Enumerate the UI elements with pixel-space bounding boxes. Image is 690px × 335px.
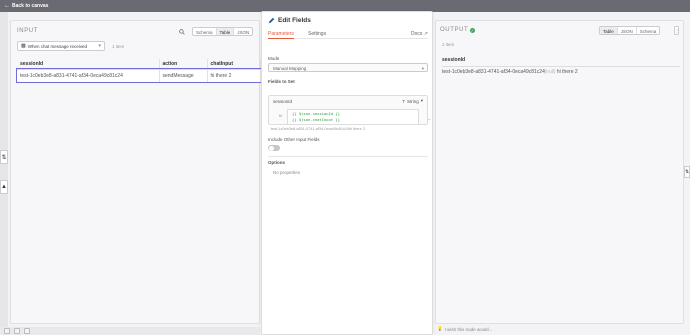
output-more-button[interactable]: ⋮: [674, 26, 679, 35]
zoom-fit-icon[interactable]: [4, 328, 10, 334]
output-view-schema[interactable]: Schema: [637, 27, 660, 34]
zoom-out-icon[interactable]: [24, 328, 30, 334]
include-other-fields-label: Include Other Input Fields: [268, 137, 320, 142]
input-title: INPUT: [17, 28, 38, 34]
no-properties-text: No properties: [273, 170, 301, 175]
input-view-table[interactable]: Table: [216, 28, 235, 35]
null-marker: [null]: [544, 69, 556, 75]
field-value-expression[interactable]: {{ $json.sessionId }} {{ $json.chatInput…: [287, 109, 419, 125]
table-cell-tail: hi there 2: [556, 69, 578, 75]
output-item-count: 1 item: [442, 42, 455, 47]
fields-to-set-label: Fields to Set: [268, 79, 295, 84]
chevron-down-icon: ▾: [421, 66, 424, 71]
output-title: OUTPUT: [440, 27, 469, 33]
table-row[interactable]: test-1c0eb3e8-a831-4741-af34-0eca49c81c2…: [442, 69, 680, 82]
bottom-toolbar: [0, 327, 260, 335]
input-table: sessionId action chatInput test-1c0eb3e8…: [16, 59, 262, 83]
lightbulb-icon: 💡: [437, 326, 443, 331]
back-to-canvas-button[interactable]: ← Back to canvas: [4, 2, 48, 10]
node-title: Edit Fields: [268, 17, 311, 24]
expression-icon: fx: [279, 113, 283, 118]
output-view-table[interactable]: Table: [600, 27, 618, 34]
divider: [268, 156, 428, 157]
tab-settings[interactable]: Settings: [308, 31, 326, 37]
back-label: Back to canvas: [12, 3, 49, 9]
include-other-fields-toggle[interactable]: [268, 145, 280, 151]
tab-parameters[interactable]: Parameters: [268, 31, 294, 39]
expression-result-preview: test-1c0eb3e8-a831-4741-af34-0eca49c81c2…: [271, 127, 365, 131]
mode-label: Mode: [268, 56, 280, 61]
field-type-select[interactable]: T String ▾: [402, 98, 423, 104]
chevron-down-icon: ▾: [420, 98, 423, 103]
zoom-in-icon[interactable]: [14, 328, 20, 334]
node-type-icon[interactable]: ▲: [0, 180, 8, 194]
col-header: sessionId: [442, 57, 466, 63]
output-view-json[interactable]: JSON: [618, 27, 637, 34]
chat-icon: ▩: [21, 43, 26, 49]
feedback-text: I wish this node would...: [444, 326, 493, 332]
check-circle-icon: ✓: [470, 27, 476, 33]
input-view-schema[interactable]: Schema: [193, 28, 217, 35]
pencil-icon: [268, 17, 275, 24]
options-label: Options: [268, 160, 285, 165]
output-view-switcher: Table JSON Schema: [599, 26, 661, 35]
drag-handle-icon[interactable]: ⇅: [0, 150, 8, 164]
toggle-knob: [268, 145, 274, 151]
table-row[interactable]: test-1c0eb3e8-a831-4741-af34-0eca49c81c2…: [16, 68, 262, 83]
col-header: chatInput: [207, 59, 261, 70]
expression-line: {{ $json.chatInput }}: [292, 117, 341, 122]
mode-value: Manual Mapping: [273, 66, 307, 71]
output-col-header: sessionId: [442, 57, 680, 67]
docs-link[interactable]: Docs ↗: [411, 31, 428, 37]
feedback-link[interactable]: 💡 I wish this node would...: [437, 326, 492, 332]
type-icon: T: [402, 98, 405, 104]
output-panel: OUTPUT ✓ Table JSON Schema ⋮ 1 item sess…: [435, 20, 684, 324]
search-icon[interactable]: [179, 29, 185, 35]
mode-select[interactable]: Manual Mapping ▾: [268, 63, 428, 72]
trigger-node-label: When chat message received: [27, 43, 88, 49]
back-arrow-icon: ←: [4, 3, 10, 9]
docs-label: Docs: [411, 31, 423, 37]
table-cell[interactable]: hi there 2: [207, 69, 261, 82]
left-edge-strip: [0, 12, 8, 327]
field-type-label: String: [406, 98, 419, 104]
output-title-wrap: OUTPUT ✓: [440, 27, 476, 33]
col-header: sessionId: [17, 59, 160, 70]
node-settings-panel: Edit Fields Parameters Settings Docs ↗ M…: [261, 11, 433, 335]
external-link-icon: ↗: [423, 31, 428, 37]
input-view-switcher: Schema Table JSON: [192, 27, 254, 36]
field-assignment: sessionId T String ▾ fx {{ $json.session…: [268, 95, 431, 131]
expand-expression-icon[interactable]: ↔: [427, 116, 431, 121]
chevron-down-icon: ▾: [98, 43, 101, 49]
field-name-input[interactable]: sessionId: [273, 99, 292, 104]
node-title-text: Edit Fields: [278, 17, 311, 24]
table-cell[interactable]: sendMessage: [159, 69, 208, 82]
drag-handle-icon[interactable]: ⇅: [684, 166, 690, 178]
col-header: action: [159, 59, 208, 70]
table-cell[interactable]: test-1c0eb3e8-a831-4741-af34-0eca49c81c2…: [17, 69, 160, 82]
node-tabs: Parameters Settings Docs ↗: [268, 30, 428, 39]
table-cell: test-1c0eb3e8-a831-4741-af34-0eca49c81c2…: [442, 69, 545, 75]
input-view-json[interactable]: JSON: [234, 28, 252, 35]
input-panel: INPUT Schema Table JSON ▩ When chat mess…: [10, 20, 262, 324]
trigger-node-select[interactable]: ▩ When chat message received ▾: [17, 41, 105, 51]
input-item-count: 1 item: [112, 44, 125, 49]
